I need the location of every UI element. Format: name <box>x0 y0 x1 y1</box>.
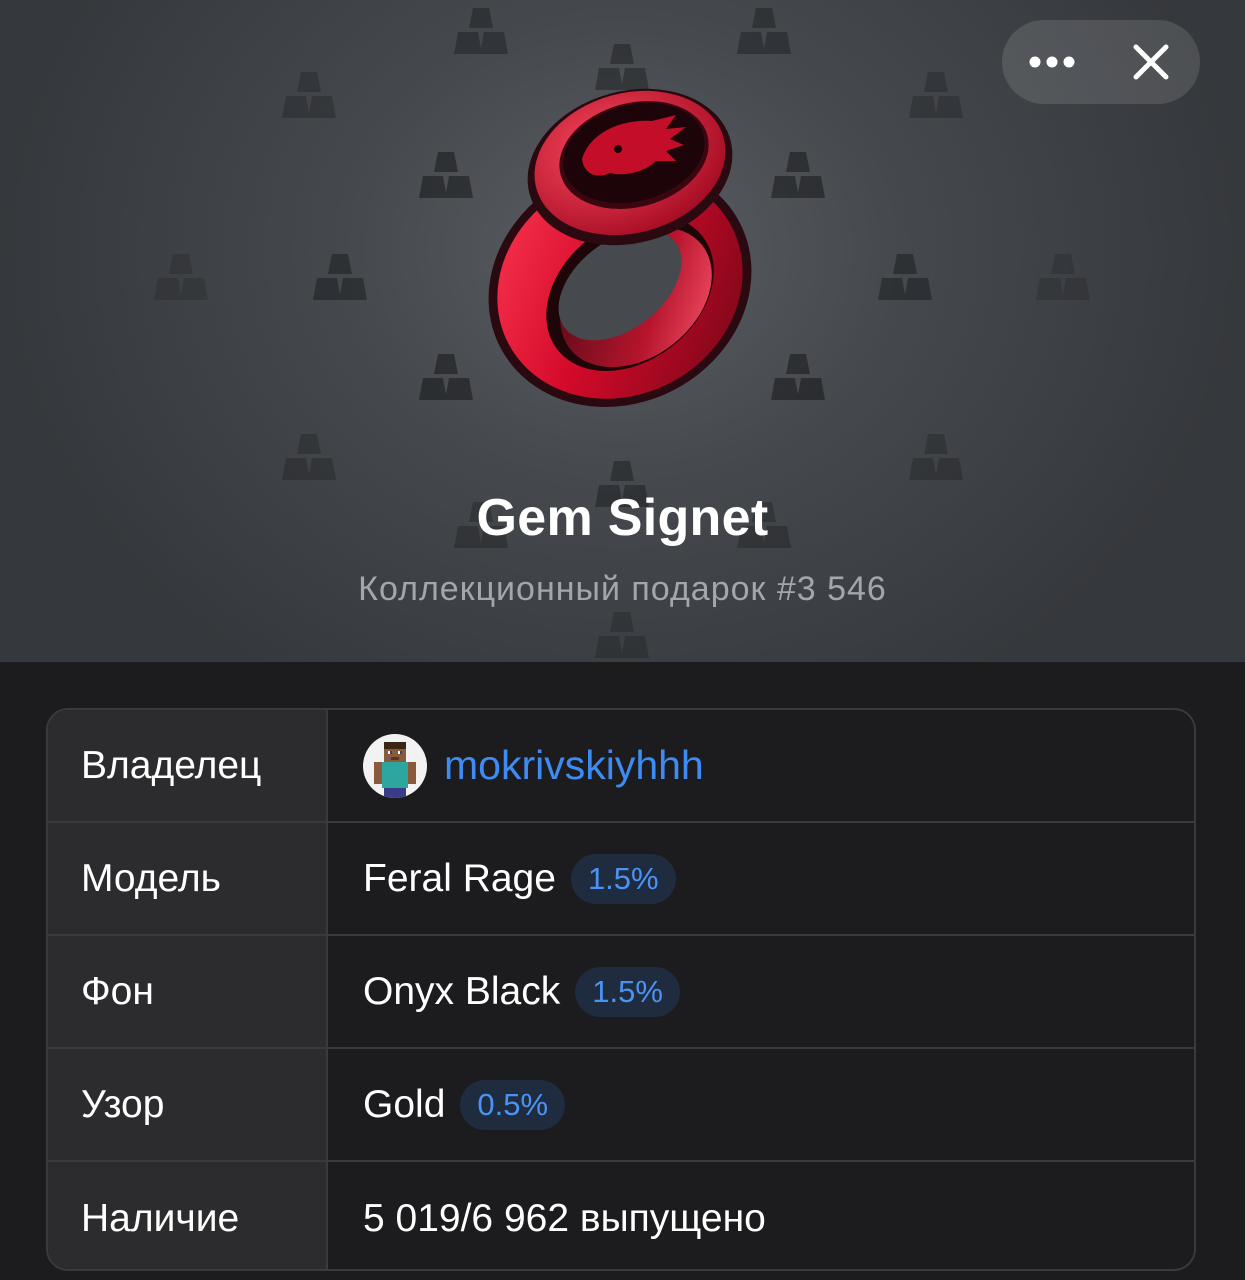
symbol-value-cell: Gold 0.5% <box>328 1049 1194 1160</box>
owner-row: Владелец mokrivskiyhhh <box>48 710 1194 823</box>
avatar-image <box>363 733 427 798</box>
model-value: Feral Rage <box>363 856 556 900</box>
owner-avatar[interactable] <box>363 733 427 798</box>
gift-title: Gem Signet <box>476 489 769 547</box>
gift-details-table: Владелец mokrivskiyhhh Модель Feral Rage… <box>46 708 1196 1271</box>
more-button[interactable] <box>1002 20 1101 104</box>
symbol-value: Gold <box>363 1082 446 1126</box>
availability-label: Наличие <box>48 1162 328 1269</box>
owner-value: mokrivskiyhhh <box>328 710 1194 821</box>
header-actions <box>1002 20 1200 104</box>
backdrop-rarity-badge[interactable]: 1.5% <box>575 966 680 1017</box>
availability-row: Наличие 5 019/6 962 выпущено <box>48 1162 1194 1269</box>
more-horizontal-icon <box>1029 56 1074 68</box>
gem-signet-ring-image <box>488 88 752 407</box>
close-button[interactable] <box>1101 20 1200 104</box>
model-value-cell: Feral Rage 1.5% <box>328 823 1194 934</box>
symbol-rarity-badge[interactable]: 0.5% <box>460 1079 566 1130</box>
backdrop-row: Фон Onyx Black 1.5% <box>48 936 1194 1049</box>
model-label: Модель <box>48 823 328 934</box>
gift-subtitle: Коллекционный подарок #3 546 <box>358 570 887 608</box>
symbol-row: Узор Gold 0.5% <box>48 1049 1194 1162</box>
gift-header: Gem Signet Коллекционный подарок #3 546 <box>0 0 1245 662</box>
model-row: Модель Feral Rage 1.5% <box>48 823 1194 936</box>
backdrop-value-cell: Onyx Black 1.5% <box>328 936 1194 1047</box>
availability-value: 5 019/6 962 выпущено <box>363 1196 766 1240</box>
owner-label: Владелец <box>48 710 328 821</box>
close-icon <box>1133 44 1168 80</box>
symbol-label: Узор <box>48 1049 328 1160</box>
owner-username-link[interactable]: mokrivskiyhhh <box>444 742 704 789</box>
model-rarity-badge[interactable]: 1.5% <box>570 853 676 904</box>
backdrop-value: Onyx Black <box>363 969 561 1013</box>
gift-details-screen: Gem Signet Коллекционный подарок #3 546 … <box>0 0 1245 1280</box>
backdrop-label: Фон <box>48 936 328 1047</box>
